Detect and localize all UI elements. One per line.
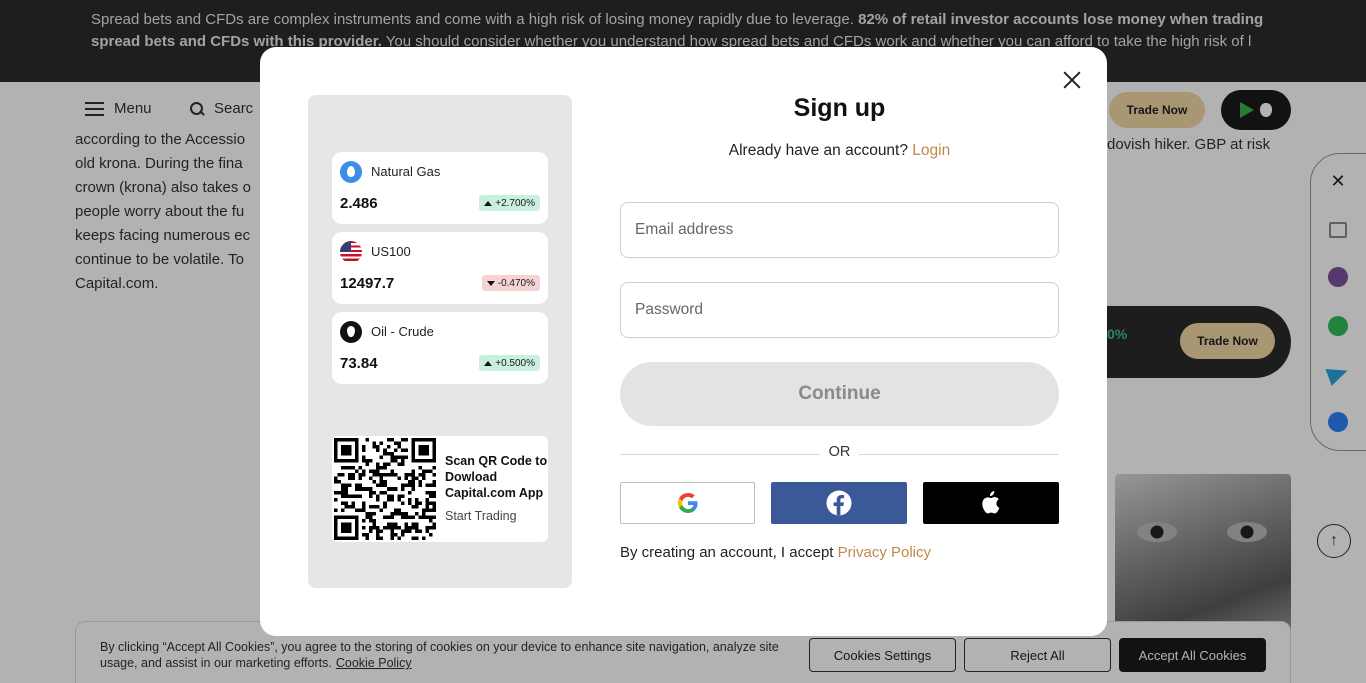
modal-title: Sign up	[793, 94, 886, 122]
asset-price: 73.84	[340, 355, 378, 372]
asset-price: 12497.7	[340, 275, 395, 292]
login-link[interactable]: Login	[912, 142, 950, 159]
asset-card-us100: US100 12497.7 -0.470%	[332, 232, 548, 304]
login-prompt-text: Already have an account?	[728, 142, 908, 159]
privacy-policy-link[interactable]: Privacy Policy	[838, 544, 931, 561]
flame-icon	[340, 161, 362, 183]
arrow-up-icon	[484, 200, 493, 206]
apple-signup-button[interactable]	[923, 482, 1059, 524]
oil-drop-icon	[340, 321, 362, 343]
signup-modal: Natural Gas 2.486 +2.700% US100 12497.7 …	[260, 47, 1107, 636]
google-icon	[677, 493, 698, 513]
asset-name: Oil - Crude	[371, 324, 434, 339]
close-icon[interactable]	[1061, 69, 1083, 91]
asset-card-natural-gas: Natural Gas 2.486 +2.700%	[332, 152, 548, 224]
asset-change-badge: -0.470%	[481, 275, 540, 291]
google-signup-button[interactable]	[620, 482, 755, 524]
asset-change-value: -0.470%	[497, 277, 535, 289]
legal-text-label: By creating an account, I accept	[620, 544, 834, 561]
facebook-icon	[826, 490, 852, 516]
qr-code-card: Scan QR Code to Dowload Capital.com App …	[332, 436, 548, 542]
arrow-up-icon	[484, 360, 493, 366]
email-input[interactable]	[620, 202, 1059, 258]
qr-subtitle: Start Trading	[445, 509, 517, 523]
legal-text: By creating an account, I accept Privacy…	[620, 544, 931, 561]
continue-button[interactable]: Continue	[620, 362, 1059, 426]
asset-change-badge: +0.500%	[479, 355, 540, 371]
asset-price: 2.486	[340, 195, 378, 212]
apple-icon	[982, 491, 1000, 514]
asset-name: US100	[371, 244, 411, 259]
us-flag-icon	[340, 241, 362, 263]
qr-title: Scan QR Code to Dowload Capital.com App	[445, 454, 548, 500]
asset-change-value: +2.700%	[495, 197, 535, 209]
arrow-down-icon	[486, 280, 495, 286]
facebook-signup-button[interactable]	[771, 482, 907, 524]
asset-name: Natural Gas	[371, 164, 441, 179]
asset-change-value: +0.500%	[495, 357, 535, 369]
password-input[interactable]	[620, 282, 1059, 338]
login-prompt: Already have an account? Login	[620, 142, 1059, 160]
asset-card-oil-crude: Oil - Crude 73.84 +0.500%	[332, 312, 548, 384]
asset-change-badge: +2.700%	[479, 195, 540, 211]
app-promo-panel: Natural Gas 2.486 +2.700% US100 12497.7 …	[308, 95, 572, 588]
qr-code-image	[334, 438, 436, 540]
or-divider-label: OR	[828, 444, 851, 460]
